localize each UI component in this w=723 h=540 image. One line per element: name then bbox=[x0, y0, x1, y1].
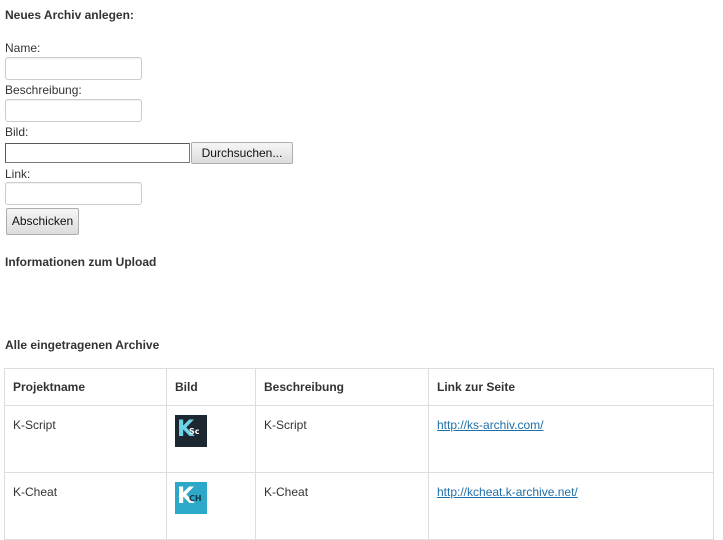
archives-table: Projektname Bild Beschreibung Link zur S… bbox=[4, 368, 714, 540]
table-row: K-Cheat K CH K-Cheat http://kcheat.k-arch… bbox=[4, 472, 714, 540]
column-header-projektname: Projektname bbox=[4, 368, 167, 406]
column-header-beschreibung: Beschreibung bbox=[255, 368, 429, 406]
name-input[interactable] bbox=[5, 57, 142, 80]
row-project-name: K-Script bbox=[4, 405, 167, 473]
column-header-link: Link zur Seite bbox=[428, 368, 714, 406]
row-link-cell: http://ks-archiv.com/ bbox=[428, 405, 714, 473]
project-link[interactable]: http://kcheat.k-archive.net/ bbox=[437, 485, 578, 499]
image-file-path-field[interactable] bbox=[5, 143, 190, 163]
upload-info-title: Informationen zum Upload bbox=[5, 255, 157, 269]
description-input[interactable] bbox=[5, 99, 142, 122]
name-label: Name: bbox=[5, 41, 41, 55]
row-image-cell: K CH bbox=[166, 472, 256, 540]
link-input[interactable] bbox=[5, 182, 142, 205]
k-cheat-logo-icon: K CH bbox=[175, 482, 207, 514]
description-label: Beschreibung: bbox=[5, 83, 82, 97]
k-script-logo-icon: K Sc bbox=[175, 415, 207, 447]
row-image-cell: K Sc bbox=[166, 405, 256, 473]
row-description: K-Cheat bbox=[255, 472, 429, 540]
archives-title: Alle eingetragenen Archive bbox=[5, 338, 160, 352]
browse-button[interactable]: Durchsuchen... bbox=[191, 142, 293, 164]
row-description: K-Script bbox=[255, 405, 429, 473]
submit-button[interactable]: Abschicken bbox=[6, 208, 79, 235]
link-label: Link: bbox=[5, 167, 31, 181]
form-title: Neues Archiv anlegen: bbox=[5, 8, 134, 22]
project-link[interactable]: http://ks-archiv.com/ bbox=[437, 418, 543, 432]
row-link-cell: http://kcheat.k-archive.net/ bbox=[428, 472, 714, 540]
table-header-row: Projektname Bild Beschreibung Link zur S… bbox=[4, 368, 714, 406]
image-label: Bild: bbox=[5, 125, 29, 139]
table-row: K-Script K Sc K-Script http://ks-archiv.c… bbox=[4, 405, 714, 473]
row-project-name: K-Cheat bbox=[4, 472, 167, 540]
column-header-bild: Bild bbox=[166, 368, 256, 406]
